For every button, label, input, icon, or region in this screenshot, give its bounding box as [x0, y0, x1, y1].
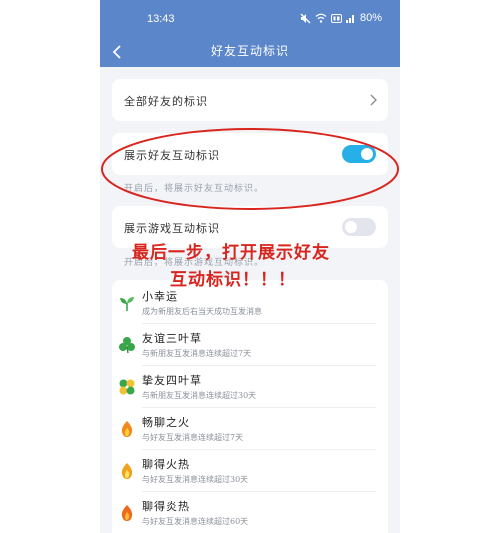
show-friend-badges-toggle[interactable]	[342, 145, 376, 163]
show-friend-badges-label: 展示好友互动标识	[124, 149, 220, 162]
show-friend-badges-hint: 开启后，将展示好友互动标识。	[124, 184, 265, 194]
badge-name: 聊得火热	[142, 458, 190, 471]
flame-icon	[121, 421, 133, 437]
signal-icon	[345, 13, 356, 23]
badge-name: 友谊三叶草	[142, 332, 202, 345]
status-bar: 13:43 80%	[100, 0, 400, 37]
badge-name: 挚友四叶草	[142, 374, 202, 387]
page-title: 好友互动标识	[210, 44, 289, 58]
nav-bar: 好友互动标识	[100, 37, 400, 67]
badge-description: 与好友互发消息连续超过30天	[142, 475, 249, 484]
hd-icon	[330, 13, 342, 23]
show-friend-badges-row: 展示好友互动标识	[112, 133, 388, 175]
badge-item: 畅聊之火 与好友互发消息连续超过7天	[112, 408, 388, 450]
three-leaf-clover-icon	[119, 337, 135, 354]
annotation-line-2: 互动标识！！！	[170, 270, 296, 290]
mute-icon	[300, 13, 311, 24]
badge-description: 与好友互发消息连续超过60天	[142, 517, 249, 526]
show-game-badges-toggle[interactable]	[342, 218, 376, 236]
four-leaf-clover-icon	[119, 379, 135, 395]
flame-icon	[121, 463, 133, 479]
badge-description: 与好友互发消息连续超过7天	[142, 433, 244, 442]
all-friends-badges-label: 全部好友的标识	[124, 95, 208, 108]
badge-description: 成为新朋友后右当天成功互发消息	[142, 307, 262, 316]
show-game-badges-label: 展示游戏互动标识	[124, 222, 220, 235]
badge-item: 聊得炎热 与好友互发消息连续超过60天	[112, 492, 388, 533]
annotation-line-1: 最后一步，打开展示好友	[132, 243, 330, 263]
flame-icon	[121, 505, 133, 521]
badge-item: 友谊三叶草 与新朋友互发消息连续超过7天	[112, 324, 388, 366]
badge-list: 小幸运 成为新朋友后右当天成功互发消息 友谊三叶草 与新朋友互发消息连续超过7天…	[112, 280, 388, 533]
sprout-icon	[120, 297, 134, 311]
status-time: 13:43	[147, 13, 175, 25]
all-friends-badges-row[interactable]: 全部好友的标识	[112, 79, 388, 121]
wifi-icon	[315, 13, 327, 23]
badge-name: 聊得炎热	[142, 500, 190, 513]
badge-item: 挚友四叶草 与新朋友互发消息连续超过30天	[112, 366, 388, 408]
badge-description: 与新朋友互发消息连续超过7天	[142, 349, 252, 358]
toggle-knob	[361, 148, 373, 160]
badge-name: 畅聊之火	[142, 416, 190, 429]
badge-name: 小幸运	[142, 290, 178, 303]
badge-item: 聊得火热 与好友互发消息连续超过30天	[112, 450, 388, 492]
status-icons: 80%	[300, 12, 382, 24]
toggle-knob	[345, 221, 357, 233]
chevron-right-icon	[370, 94, 377, 106]
battery-level: 80%	[359, 12, 382, 24]
badge-description: 与新朋友互发消息连续超过30天	[142, 391, 257, 400]
